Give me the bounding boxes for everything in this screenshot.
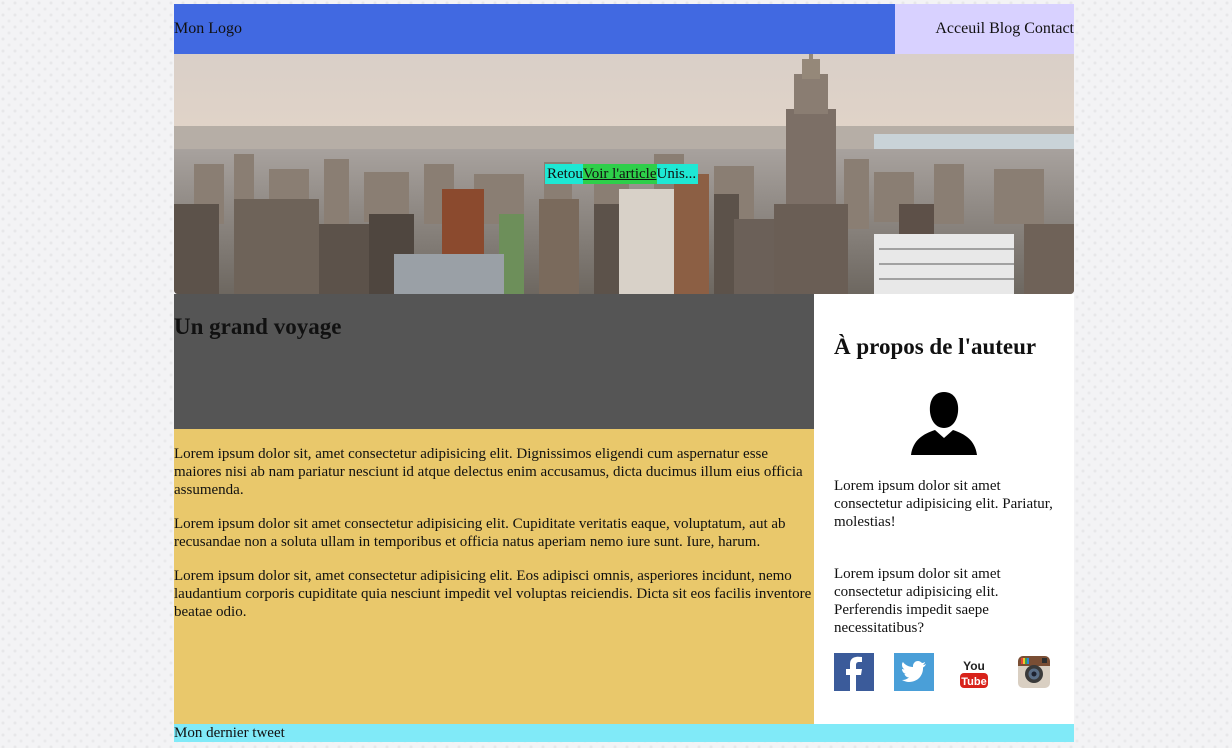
instagram-icon[interactable]	[1014, 653, 1054, 691]
link-unis[interactable]: Unis...	[656, 164, 699, 184]
article-paragraph: Lorem ipsum dolor sit amet consectetur a…	[174, 516, 786, 550]
author-avatar-icon	[911, 392, 977, 455]
article-paragraph: Lorem ipsum dolor sit, amet consectetur …	[174, 446, 803, 498]
author-text-2: Lorem ipsum dolor sit amet consectetur a…	[834, 566, 1001, 636]
nav-item-acceuil[interactable]: Acceuil	[935, 20, 985, 38]
logo[interactable]: Mon Logo	[174, 20, 242, 38]
article-header: Un grand voyage	[174, 294, 814, 429]
article-paragraph: Lorem ipsum dolor sit, amet consectetur …	[174, 568, 812, 620]
author-title: À propos de l'auteur	[834, 334, 1037, 359]
youtube-label-bottom: Tube	[961, 676, 986, 688]
article-title: Un grand voyage	[174, 314, 342, 339]
nav-item-contact[interactable]: Contact	[1024, 20, 1074, 38]
link-voir-article[interactable]: Voir l'article	[582, 164, 657, 184]
twitter-icon[interactable]	[894, 653, 934, 691]
nav: Acceuil Blog Contact	[895, 4, 1074, 54]
youtube-label-top: You	[963, 659, 985, 673]
content: Un grand voyage Lorem ipsum dolor sit, a…	[174, 294, 1074, 724]
hero-banner: Retou Voir l'article Unis...	[174, 54, 1074, 294]
social-links: You Tube	[834, 653, 1054, 691]
main-article: Un grand voyage Lorem ipsum dolor sit, a…	[174, 294, 814, 724]
nav-item-blog[interactable]: Blog	[989, 20, 1020, 38]
logo-area: Mon Logo	[174, 4, 895, 54]
article-body: Lorem ipsum dolor sit, amet consectetur …	[174, 429, 814, 724]
link-retour[interactable]: Retou	[545, 164, 583, 184]
facebook-icon[interactable]	[834, 653, 874, 691]
header: Mon Logo Acceuil Blog Contact	[174, 4, 1074, 54]
latest-tweet: Mon dernier tweet	[174, 725, 285, 741]
footer: Mon dernier tweet	[174, 724, 1074, 742]
author-text-1: Lorem ipsum dolor sit amet consectetur a…	[834, 478, 1053, 530]
hero-links: Retou Voir l'article Unis...	[545, 164, 699, 184]
youtube-icon[interactable]: You Tube	[954, 653, 994, 691]
author-sidebar: À propos de l'auteur Lorem ipsum dolor s…	[814, 294, 1074, 724]
page: Mon Logo Acceuil Blog Contact Retou Voir…	[174, 4, 1074, 742]
